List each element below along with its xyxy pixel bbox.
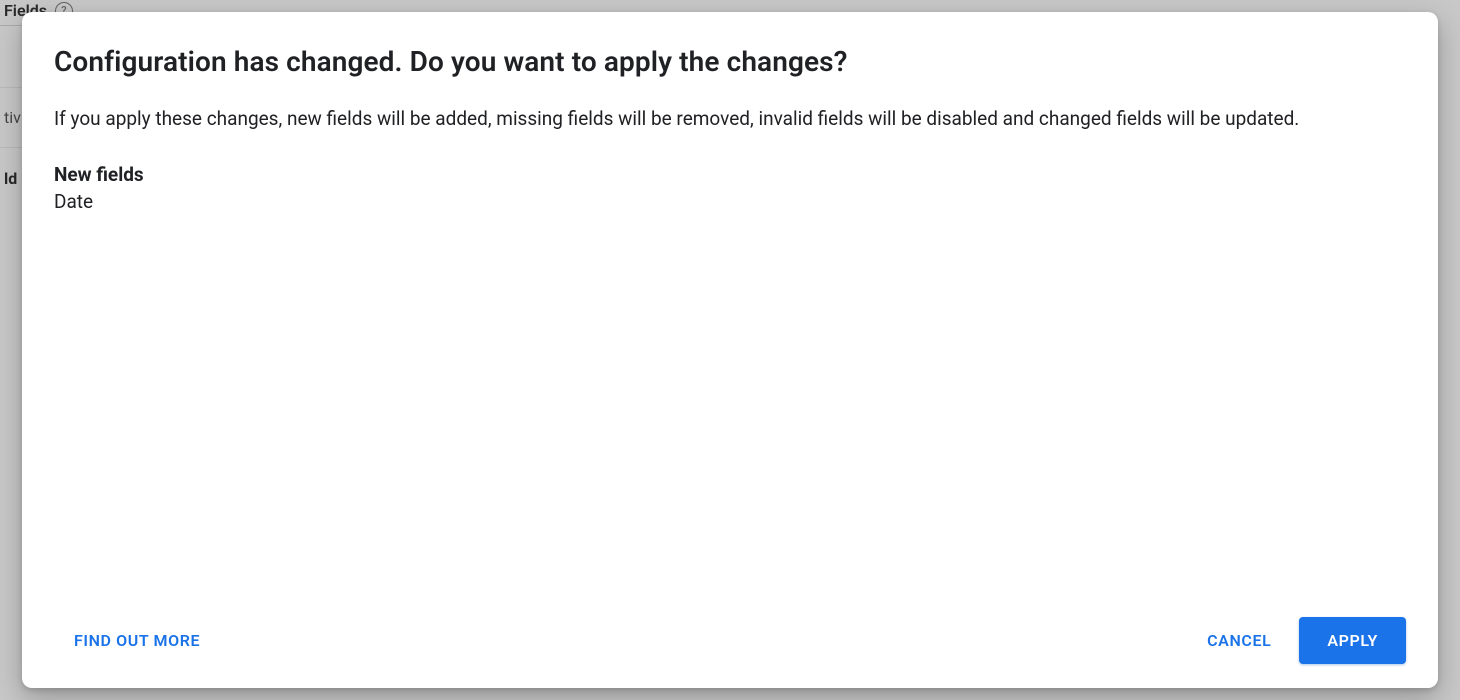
- find-out-more-button[interactable]: FIND OUT MORE: [54, 619, 220, 662]
- new-field-item: Date: [54, 190, 1406, 213]
- apply-button[interactable]: APPLY: [1299, 617, 1406, 664]
- new-fields-list: Date: [54, 190, 1406, 213]
- dialog-title: Configuration has changed. Do you want t…: [54, 44, 1406, 79]
- dialog-description: If you apply these changes, new fields w…: [54, 105, 1406, 133]
- new-fields-heading: New fields: [54, 163, 1406, 186]
- config-changed-dialog: Configuration has changed. Do you want t…: [22, 12, 1438, 688]
- dialog-body: If you apply these changes, new fields w…: [54, 105, 1406, 609]
- dialog-actions: FIND OUT MORE CANCEL APPLY: [54, 609, 1406, 664]
- cancel-button[interactable]: CANCEL: [1187, 619, 1291, 662]
